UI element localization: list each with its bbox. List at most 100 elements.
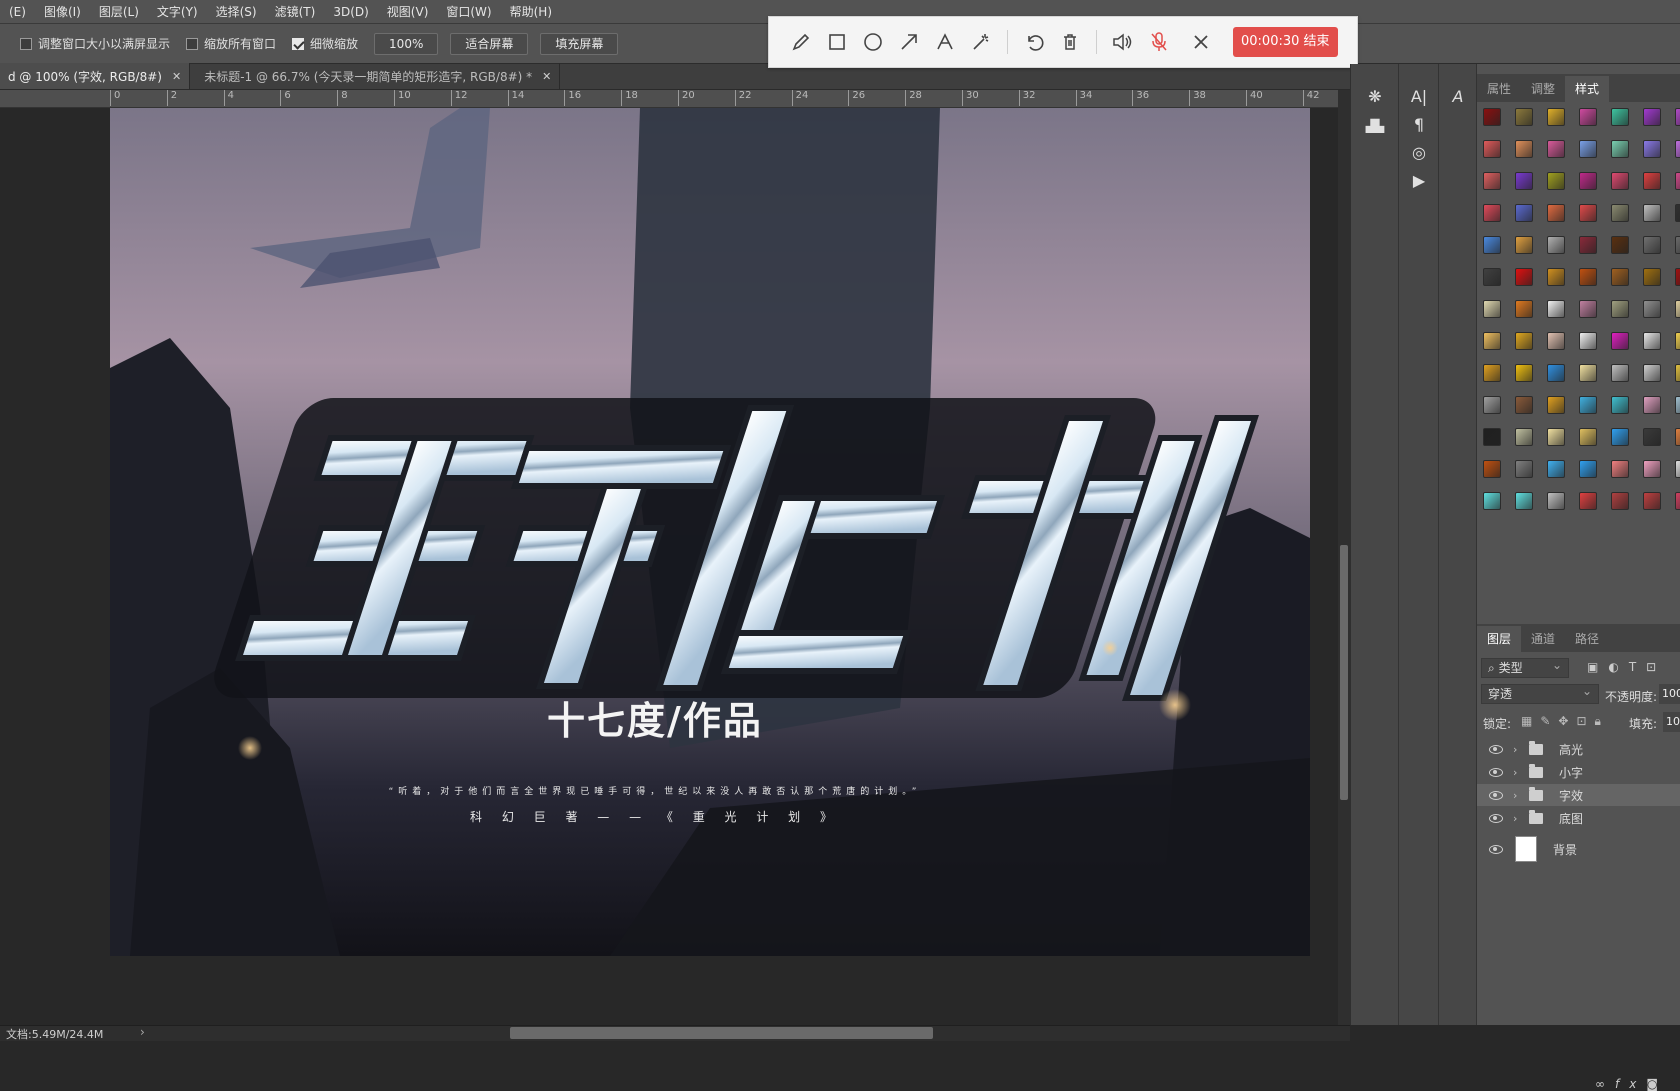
lock-transparency-icon[interactable]: ▦	[1521, 714, 1540, 728]
style-swatch[interactable]	[1643, 140, 1661, 158]
style-swatch[interactable]	[1579, 172, 1597, 190]
style-swatch[interactable]	[1611, 236, 1629, 254]
style-swatch[interactable]	[1643, 108, 1661, 126]
tab-document-untitled[interactable]: 未标题-1 @ 66.7% (今天录一期简单的矩形造字, RGB/8#) * ✕	[190, 63, 561, 89]
layer-row[interactable]: › 底图	[1477, 807, 1680, 829]
style-swatch[interactable]	[1483, 332, 1501, 350]
style-swatch[interactable]	[1483, 396, 1501, 414]
tab-channels[interactable]: 通道	[1521, 626, 1565, 652]
style-swatch[interactable]	[1675, 268, 1680, 286]
ellipse-icon[interactable]	[855, 24, 891, 60]
fill-screen-button[interactable]: 填充屏幕	[540, 32, 619, 55]
style-swatch[interactable]	[1515, 460, 1533, 478]
paragraph-panel-icon[interactable]: ¶	[1404, 112, 1434, 136]
compass-icon[interactable]: ❋	[1360, 84, 1390, 108]
style-swatch[interactable]	[1483, 460, 1501, 478]
tab-adjustments[interactable]: 调整	[1521, 76, 1565, 102]
style-swatch[interactable]	[1643, 268, 1661, 286]
style-swatch[interactable]	[1483, 236, 1501, 254]
menu-item[interactable]: 帮助(H)	[501, 0, 561, 24]
menu-item[interactable]: 视图(V)	[378, 0, 438, 24]
checkbox-box[interactable]	[20, 37, 32, 50]
style-swatch[interactable]	[1579, 396, 1597, 414]
style-swatch[interactable]	[1643, 332, 1661, 350]
tab-document-active[interactable]: d @ 100% (字效, RGB/8#) ✕	[0, 63, 191, 89]
style-swatch[interactable]	[1675, 108, 1680, 126]
layer-row[interactable]: › 字效	[1477, 784, 1680, 806]
lock-position-icon[interactable]: ✥	[1558, 714, 1576, 728]
tab-paths[interactable]: 路径	[1565, 626, 1609, 652]
style-swatch[interactable]	[1611, 428, 1629, 446]
style-swatch[interactable]	[1515, 492, 1533, 510]
style-swatch[interactable]	[1515, 172, 1533, 190]
style-swatch[interactable]	[1675, 460, 1680, 478]
style-swatch[interactable]	[1579, 108, 1597, 126]
style-swatch[interactable]	[1675, 236, 1680, 254]
style-swatch[interactable]	[1611, 172, 1629, 190]
style-swatch[interactable]	[1547, 396, 1565, 414]
style-swatch[interactable]	[1515, 396, 1533, 414]
horizontal-scroll-thumb[interactable]	[510, 1027, 933, 1039]
style-swatch[interactable]	[1547, 300, 1565, 318]
menu-item[interactable]: 窗口(W)	[437, 0, 500, 24]
style-swatch[interactable]	[1675, 204, 1680, 222]
magic-wand-icon[interactable]	[963, 24, 999, 60]
checkbox-box-checked[interactable]	[292, 37, 305, 50]
style-swatch[interactable]	[1483, 268, 1501, 286]
opacity-input[interactable]: 100	[1659, 684, 1680, 704]
lock-artboard-icon[interactable]: ⊡	[1576, 714, 1594, 728]
style-swatch[interactable]	[1547, 204, 1565, 222]
style-swatch[interactable]	[1579, 492, 1597, 510]
style-swatch[interactable]	[1547, 108, 1565, 126]
style-swatch[interactable]	[1483, 140, 1501, 158]
layer-row[interactable]: › 高光	[1477, 738, 1680, 760]
style-swatch[interactable]	[1579, 460, 1597, 478]
style-swatch[interactable]	[1515, 428, 1533, 446]
layer-filter-kind-select[interactable]: ⌕ 类型	[1481, 656, 1569, 678]
menu-item[interactable]: 滤镜(T)	[266, 0, 325, 24]
layer-row[interactable]: 背景	[1477, 834, 1680, 864]
style-swatch[interactable]	[1483, 172, 1501, 190]
style-swatch[interactable]	[1483, 492, 1501, 510]
close-icon[interactable]	[1183, 24, 1219, 60]
style-swatch[interactable]	[1611, 364, 1629, 382]
style-swatch[interactable]	[1579, 332, 1597, 350]
style-swatch[interactable]	[1515, 204, 1533, 222]
histogram-icon[interactable]: ▟▙	[1360, 114, 1390, 138]
glyphs-panel-icon[interactable]: A	[1443, 84, 1473, 108]
expand-chevron-icon[interactable]: ›	[1513, 812, 1523, 825]
visibility-eye-icon[interactable]	[1489, 744, 1503, 754]
style-swatch[interactable]	[1675, 428, 1680, 446]
style-swatch[interactable]	[1643, 300, 1661, 318]
style-swatch[interactable]	[1579, 140, 1597, 158]
checkbox-box[interactable]	[186, 37, 199, 50]
resize-windows-checkbox[interactable]: 调整窗口大小以满屏显示	[20, 35, 170, 52]
tab-properties[interactable]: 属性	[1477, 76, 1521, 102]
style-swatch[interactable]	[1515, 268, 1533, 286]
style-swatch[interactable]	[1675, 492, 1680, 510]
style-swatch[interactable]	[1547, 172, 1565, 190]
style-swatch[interactable]	[1547, 332, 1565, 350]
style-swatch[interactable]	[1515, 236, 1533, 254]
pencil-icon[interactable]	[783, 24, 819, 60]
style-swatch[interactable]	[1483, 108, 1501, 126]
character-panel-icon[interactable]: A|	[1404, 84, 1434, 108]
artwork-canvas[interactable]: 十七度/作品 “听着，对于他们而言全世界现已唾手可得，世纪以来没人再敢否认那个荒…	[110, 108, 1310, 956]
visibility-eye-icon[interactable]	[1489, 767, 1503, 777]
style-swatch[interactable]	[1611, 108, 1629, 126]
style-swatch[interactable]	[1483, 204, 1501, 222]
visibility-eye-icon[interactable]	[1489, 790, 1503, 800]
image-filter-icon[interactable]: ▣	[1587, 660, 1608, 674]
style-swatch[interactable]	[1547, 428, 1565, 446]
style-swatch[interactable]	[1515, 140, 1533, 158]
trash-icon[interactable]	[1052, 24, 1088, 60]
rectangle-icon[interactable]	[819, 24, 855, 60]
libraries-icon[interactable]: ◎	[1404, 140, 1434, 164]
menu-item[interactable]: 3D(D)	[324, 0, 377, 24]
layer-fx-icon[interactable]: fx	[1615, 1077, 1646, 1091]
style-swatch[interactable]	[1675, 140, 1680, 158]
layer-row[interactable]: › 小字	[1477, 761, 1680, 783]
style-swatch[interactable]	[1643, 396, 1661, 414]
style-swatch[interactable]	[1611, 460, 1629, 478]
style-swatch[interactable]	[1547, 364, 1565, 382]
